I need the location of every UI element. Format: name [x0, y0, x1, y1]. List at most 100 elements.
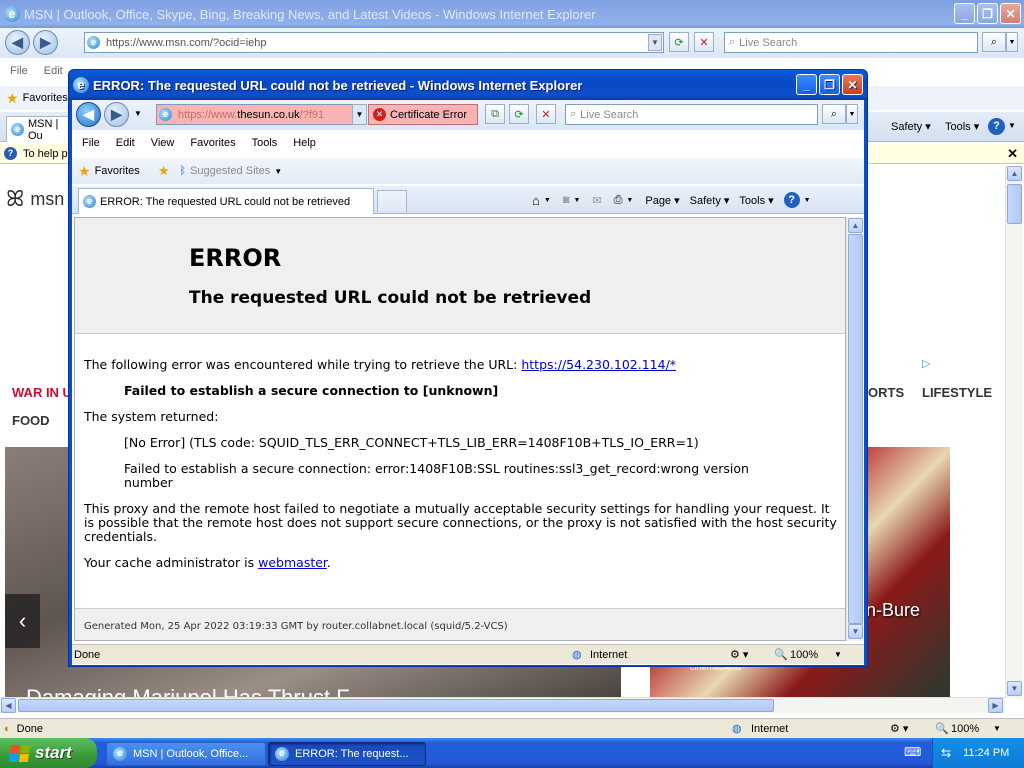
- scroll-right-arrow-icon[interactable]: ▶: [988, 698, 1003, 713]
- minimize-button[interactable]: _: [796, 74, 817, 95]
- search-options-button[interactable]: ▼: [1006, 32, 1018, 52]
- scroll-down-arrow-icon[interactable]: ▼: [848, 624, 863, 639]
- cmd-safety[interactable]: Safety ▾: [690, 194, 730, 207]
- h-scroll-thumb[interactable]: [18, 699, 774, 712]
- menu-favorites[interactable]: Favorites: [182, 137, 243, 149]
- status-zoom[interactable]: 100%: [951, 723, 979, 735]
- menu-edit[interactable]: Edit: [36, 65, 71, 77]
- ie-icon: e: [113, 747, 127, 761]
- zoom-dropdown-icon[interactable]: ▼: [834, 650, 842, 659]
- scroll-left-arrow-icon[interactable]: ◀: [1, 698, 16, 713]
- protected-mode-icon[interactable]: ⚙ ▾: [890, 722, 908, 735]
- home-icon[interactable]: ⌂: [532, 193, 540, 208]
- search-input[interactable]: ⌕ Live Search: [565, 104, 818, 125]
- carousel-prev-button[interactable]: ‹: [5, 594, 40, 648]
- background-tab-msn[interactable]: e MSN | Ou: [6, 116, 76, 142]
- menu-tools[interactable]: Tools: [244, 137, 286, 149]
- hero-headline[interactable]: Damaging Mariupol Has Thrust F: [26, 684, 350, 698]
- back-button[interactable]: ◀: [76, 102, 101, 127]
- close-button[interactable]: ✕: [1000, 3, 1021, 24]
- menu-file[interactable]: File: [2, 65, 36, 77]
- back-button[interactable]: ◀: [5, 30, 30, 55]
- cmd-page[interactable]: Page ▾: [645, 194, 679, 207]
- nav-food[interactable]: FOOD: [12, 413, 50, 428]
- help-dropdown-icon[interactable]: ▼: [804, 197, 811, 204]
- help-icon[interactable]: ?: [783, 192, 800, 208]
- favorites-button[interactable]: Favorites: [23, 92, 68, 104]
- new-tab-button[interactable]: [377, 190, 407, 212]
- help-icon[interactable]: ?: [988, 118, 1005, 135]
- compatibility-view-button[interactable]: ⧉: [485, 104, 505, 124]
- refresh-button[interactable]: ⟳: [509, 104, 529, 124]
- menu-help[interactable]: Help: [285, 137, 324, 149]
- nav-sports[interactable]: ORTS: [868, 385, 904, 400]
- address-bar[interactable]: e https://www.msn.com/?ocid=iehp ▼: [84, 32, 664, 53]
- keyboard-icon[interactable]: ⌨: [904, 745, 921, 759]
- taskbar: start e MSN | Outlook, Office... e ERROR…: [0, 738, 1024, 768]
- maximize-button[interactable]: ❐: [977, 3, 998, 24]
- stop-button[interactable]: ✕: [536, 104, 556, 124]
- search-input[interactable]: ⌕ Live Search: [724, 32, 978, 53]
- background-title-bar[interactable]: e MSN | Outlook, Office, Skype, Bing, Br…: [0, 0, 1024, 28]
- taskbar-button-msn[interactable]: e MSN | Outlook, Office...: [106, 742, 266, 766]
- page-icon: e: [87, 36, 100, 49]
- help-dropdown-icon[interactable]: ▼: [1008, 121, 1016, 130]
- refresh-button[interactable]: ⟳: [669, 32, 689, 52]
- menu-edit[interactable]: Edit: [108, 137, 143, 149]
- search-button[interactable]: ⌕: [822, 104, 846, 124]
- error-url-link[interactable]: https://54.230.102.114/*: [521, 357, 676, 372]
- search-button[interactable]: ⌕: [982, 32, 1006, 52]
- add-favorites-icon[interactable]: ★: [158, 163, 170, 179]
- scroll-up-arrow-icon[interactable]: ▲: [848, 218, 863, 233]
- background-vertical-scrollbar[interactable]: ▲ ▼: [1005, 166, 1022, 698]
- tab-error-page[interactable]: e ERROR: The requested URL could not be …: [78, 188, 374, 214]
- hero-caption-right[interactable]: n-Bure: [866, 600, 920, 621]
- suggested-sites-button[interactable]: Suggested Sites: [190, 165, 270, 177]
- menu-file[interactable]: File: [74, 137, 108, 149]
- protected-mode-icon[interactable]: ⚙ ▾: [730, 648, 748, 661]
- certificate-error-button[interactable]: ✕ Certificate Error: [368, 104, 478, 125]
- scroll-thumb[interactable]: [848, 234, 863, 624]
- cmd-tools[interactable]: Tools ▾: [739, 194, 773, 207]
- search-options-button[interactable]: ▼: [846, 104, 858, 124]
- address-bar[interactable]: e https://www. thesun.co.uk /?f91: [156, 104, 366, 125]
- maximize-button[interactable]: ❐: [819, 74, 840, 95]
- recent-pages-dropdown-icon[interactable]: ▼: [134, 109, 142, 118]
- scroll-down-arrow-icon[interactable]: ▼: [1007, 681, 1022, 696]
- background-horizontal-scrollbar[interactable]: ◀ ▶: [0, 697, 1005, 713]
- address-dropdown-icon[interactable]: ▼: [648, 34, 662, 51]
- feeds-dropdown-icon[interactable]: ▼: [573, 197, 580, 204]
- nav-lifestyle[interactable]: LIFESTYLE: [922, 385, 992, 400]
- minimize-button[interactable]: _: [954, 3, 975, 24]
- msn-logo[interactable]: ꕤ msn: [6, 186, 64, 212]
- nav-war-in-ukraine[interactable]: WAR IN U: [12, 385, 72, 400]
- taskbar-button-error[interactable]: e ERROR: The request...: [268, 742, 426, 766]
- info-bar-close-icon[interactable]: ✕: [1007, 146, 1018, 162]
- background-cmd-tools[interactable]: Tools ▾: [945, 120, 979, 133]
- error-vertical-scrollbar[interactable]: ▲ ▼: [846, 217, 863, 641]
- read-mail-icon[interactable]: ✉: [592, 194, 601, 207]
- suggested-sites-dropdown-icon[interactable]: ▼: [274, 167, 282, 176]
- address-dropdown-icon[interactable]: ▼: [352, 104, 367, 125]
- forward-button[interactable]: ▶: [33, 30, 58, 55]
- close-button[interactable]: ✕: [842, 74, 863, 95]
- background-cmd-safety[interactable]: Safety ▾: [891, 120, 931, 133]
- zoom-dropdown-icon[interactable]: ▼: [993, 724, 1001, 733]
- admin-line: Your cache administrator is webmaster.: [84, 555, 331, 570]
- print-icon[interactable]: ⎙: [614, 194, 623, 207]
- start-button[interactable]: start: [0, 738, 97, 768]
- favorites-button[interactable]: Favorites: [95, 165, 140, 177]
- ad-choices-icon[interactable]: ▷: [922, 357, 930, 370]
- status-zoom[interactable]: 100%: [790, 649, 818, 661]
- print-dropdown-icon[interactable]: ▼: [626, 197, 633, 204]
- webmaster-link[interactable]: webmaster: [258, 555, 327, 570]
- scroll-up-arrow-icon[interactable]: ▲: [1007, 166, 1022, 181]
- menu-view[interactable]: View: [143, 137, 183, 149]
- forward-button[interactable]: ▶: [104, 102, 129, 127]
- scroll-thumb[interactable]: [1007, 184, 1022, 224]
- feeds-icon[interactable]: ◙: [563, 194, 570, 206]
- stop-button[interactable]: ✕: [694, 32, 714, 52]
- error-title-bar[interactable]: e ERROR: The requested URL could not be …: [69, 70, 867, 100]
- network-icon[interactable]: ⇆: [941, 746, 951, 760]
- home-dropdown-icon[interactable]: ▼: [544, 197, 551, 204]
